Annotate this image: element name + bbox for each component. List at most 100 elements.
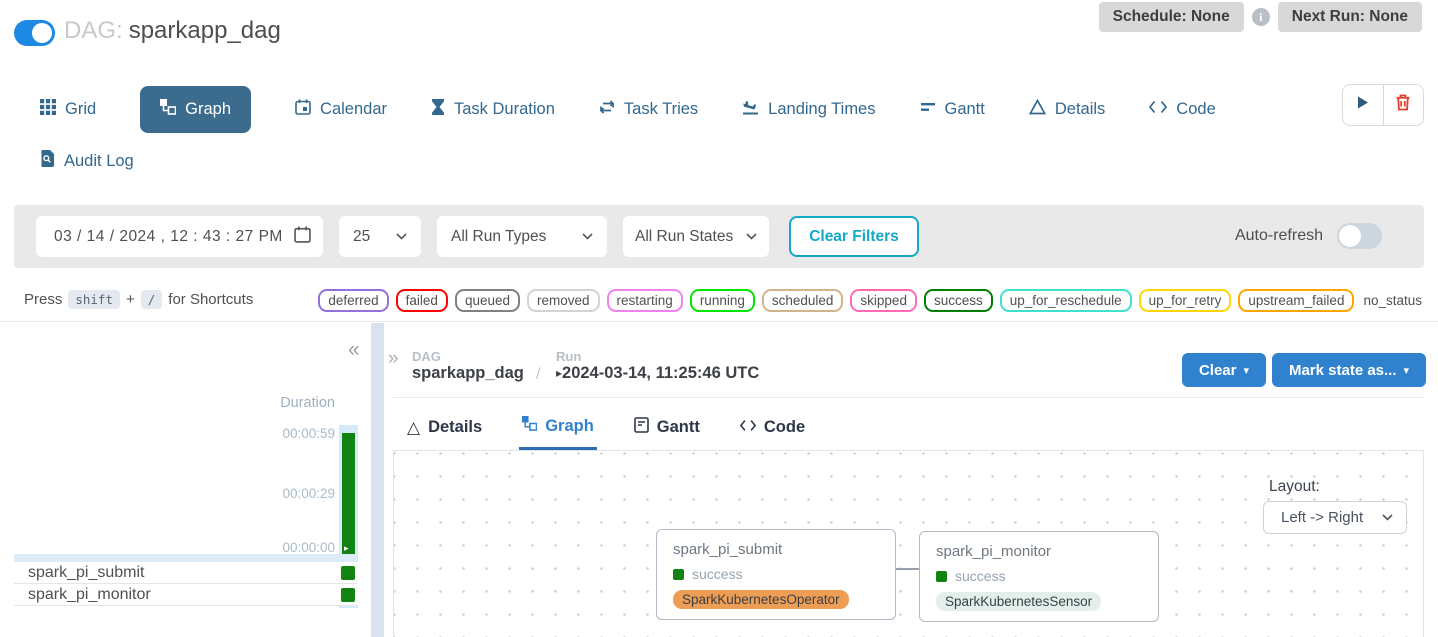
shortcut-text: Press — [24, 291, 62, 308]
auto-refresh-label: Auto-refresh — [1235, 227, 1323, 245]
breadcrumb-dag-label: DAG — [412, 349, 441, 364]
tab-grid[interactable]: Grid — [40, 99, 96, 120]
next-run-badge: Next Run: None — [1278, 2, 1422, 32]
tab-landing-times[interactable]: Landing Times — [742, 99, 875, 120]
graph-node-spark-pi-monitor[interactable]: spark_pi_monitor success SparkKubernetes… — [919, 531, 1159, 622]
calendar-icon — [295, 99, 311, 120]
run-states-value: All Run States — [635, 228, 733, 246]
calendar-picker-icon[interactable] — [294, 226, 311, 248]
chevron-down-icon — [746, 233, 757, 240]
dag-pause-toggle[interactable] — [14, 20, 55, 46]
clear-run-button[interactable]: Clear▾ — [1182, 353, 1266, 387]
layout-label: Layout: — [1269, 478, 1320, 496]
datetime-value: 03 / 14 / 2024 , 12 : 43 : 27 PM — [54, 228, 283, 246]
tab-graph[interactable]: Graph — [140, 86, 251, 133]
run-detail-tabs: △ Details Graph Gantt Code — [404, 405, 808, 450]
tab-run-details[interactable]: △ Details — [404, 405, 485, 450]
collapse-left-icon[interactable]: « — [348, 339, 360, 360]
run-types-value: All Run Types — [451, 228, 546, 246]
task-instance-square-submit[interactable] — [341, 566, 355, 580]
task-name: spark_pi_submit — [28, 564, 145, 581]
tab-run-gantt[interactable]: Gantt — [631, 405, 703, 450]
run-row-highlight — [14, 554, 358, 562]
mark-state-button[interactable]: Mark state as...▾ — [1272, 353, 1426, 387]
code-icon — [1149, 100, 1167, 119]
auto-refresh-control: Auto-refresh — [1235, 223, 1382, 249]
node-status: success — [936, 568, 1142, 584]
tab-label: Graph — [185, 100, 231, 119]
main-content: « Duration 00:00:59 00:00:29 00:00:00 ▸ … — [0, 323, 1438, 637]
run-types-select[interactable]: All Run Types — [437, 216, 607, 257]
chevron-down-icon — [1382, 514, 1393, 521]
legend-badge-success: success — [924, 289, 993, 312]
toggle-knob — [32, 23, 52, 43]
gantt-icon — [920, 99, 936, 120]
tab-gantt[interactable]: Gantt — [920, 99, 985, 120]
caret-down-icon: ▾ — [1244, 364, 1250, 377]
schedule-badge: Schedule: None — [1099, 2, 1244, 32]
tab-run-graph[interactable]: Graph — [519, 405, 597, 450]
task-instance-square-monitor[interactable] — [341, 588, 355, 602]
node-status: success — [673, 566, 879, 582]
dag-run-duration-bar[interactable]: ▸ — [342, 433, 355, 554]
graph-canvas[interactable]: Layout: Left -> Right spark_pi_submit su… — [393, 450, 1424, 637]
graph-icon — [522, 416, 537, 436]
clear-filters-button[interactable]: Clear Filters — [789, 216, 919, 257]
tab-label: Gantt — [945, 100, 985, 119]
detail-panel: » DAG sparkapp_dag / Run ▸2024-03-14, 11… — [384, 323, 1438, 637]
legend-badge-skipped: skipped — [850, 289, 917, 312]
info-icon[interactable]: i — [1252, 8, 1270, 26]
hourglass-icon — [431, 99, 445, 120]
tab-run-code[interactable]: Code — [737, 405, 808, 450]
trigger-dag-button[interactable] — [1343, 85, 1383, 125]
success-status-square — [673, 569, 684, 580]
dag-prefix-label: DAG: — [64, 17, 123, 44]
tab-label: Audit Log — [64, 152, 134, 171]
success-status-square — [936, 571, 947, 582]
duration-tick: 00:00:29 — [0, 486, 335, 501]
manual-run-icon: ▸ — [344, 544, 349, 553]
page-size-select[interactable]: 25 — [339, 216, 421, 257]
gantt-doc-icon — [634, 417, 649, 438]
task-name: spark_pi_monitor — [28, 586, 151, 603]
tab-code[interactable]: Code — [1149, 100, 1215, 119]
breadcrumb-run-value[interactable]: ▸2024-03-14, 11:25:46 UTC — [556, 364, 759, 383]
tab-audit-log[interactable]: Audit Log — [40, 150, 134, 172]
schedule-badges: Schedule: None i Next Run: None — [1099, 2, 1422, 32]
shortcut-hint: Press shift + / for Shortcuts — [24, 290, 253, 309]
dag-view-tabs-row2: Audit Log — [40, 141, 134, 181]
panel-resize-handle[interactable] — [371, 323, 384, 637]
tab-label: Calendar — [320, 100, 387, 119]
delete-dag-button[interactable] — [1383, 85, 1424, 125]
node-status-label: success — [692, 566, 743, 582]
chevron-down-icon — [396, 233, 407, 240]
node-title: spark_pi_submit — [673, 541, 879, 558]
legend-row: Press shift + / for Shortcuts deferred f… — [0, 283, 1438, 322]
auto-refresh-toggle[interactable] — [1337, 223, 1382, 249]
task-row-spark-pi-monitor[interactable]: spark_pi_monitor — [14, 584, 358, 606]
datetime-filter-input[interactable]: 03 / 14 / 2024 , 12 : 43 : 27 PM — [36, 216, 323, 257]
node-status-label: success — [955, 568, 1006, 584]
filter-bar: 03 / 14 / 2024 , 12 : 43 : 27 PM 25 All … — [14, 205, 1424, 268]
legend-badge-up-for-reschedule: up_for_reschedule — [1000, 289, 1132, 312]
graph-node-spark-pi-submit[interactable]: spark_pi_submit success SparkKubernetesO… — [656, 529, 896, 620]
caret-down-icon: ▾ — [1404, 364, 1410, 377]
task-row-spark-pi-submit[interactable]: spark_pi_submit — [14, 562, 358, 584]
duration-tick: 00:00:00 — [0, 540, 335, 555]
layout-select[interactable]: Left -> Right — [1263, 501, 1407, 534]
tab-calendar[interactable]: Calendar — [295, 99, 387, 120]
trash-icon — [1395, 94, 1411, 116]
details-triangle-icon: △ — [407, 418, 420, 438]
chevron-down-icon — [582, 233, 593, 240]
tab-task-duration[interactable]: Task Duration — [431, 99, 555, 120]
legend-badge-removed: removed — [527, 289, 600, 312]
tab-task-tries[interactable]: Task Tries — [599, 99, 698, 120]
shortcut-text: + — [126, 291, 135, 308]
grid-icon — [40, 99, 56, 120]
breadcrumb-dag-name[interactable]: sparkapp_dag — [412, 364, 524, 383]
code-icon — [740, 418, 756, 437]
expand-right-icon[interactable]: » — [388, 348, 399, 370]
tab-details[interactable]: Details — [1029, 99, 1105, 120]
run-states-select[interactable]: All Run States — [623, 216, 769, 257]
operator-badge: SparkKubernetesOperator — [673, 590, 849, 609]
